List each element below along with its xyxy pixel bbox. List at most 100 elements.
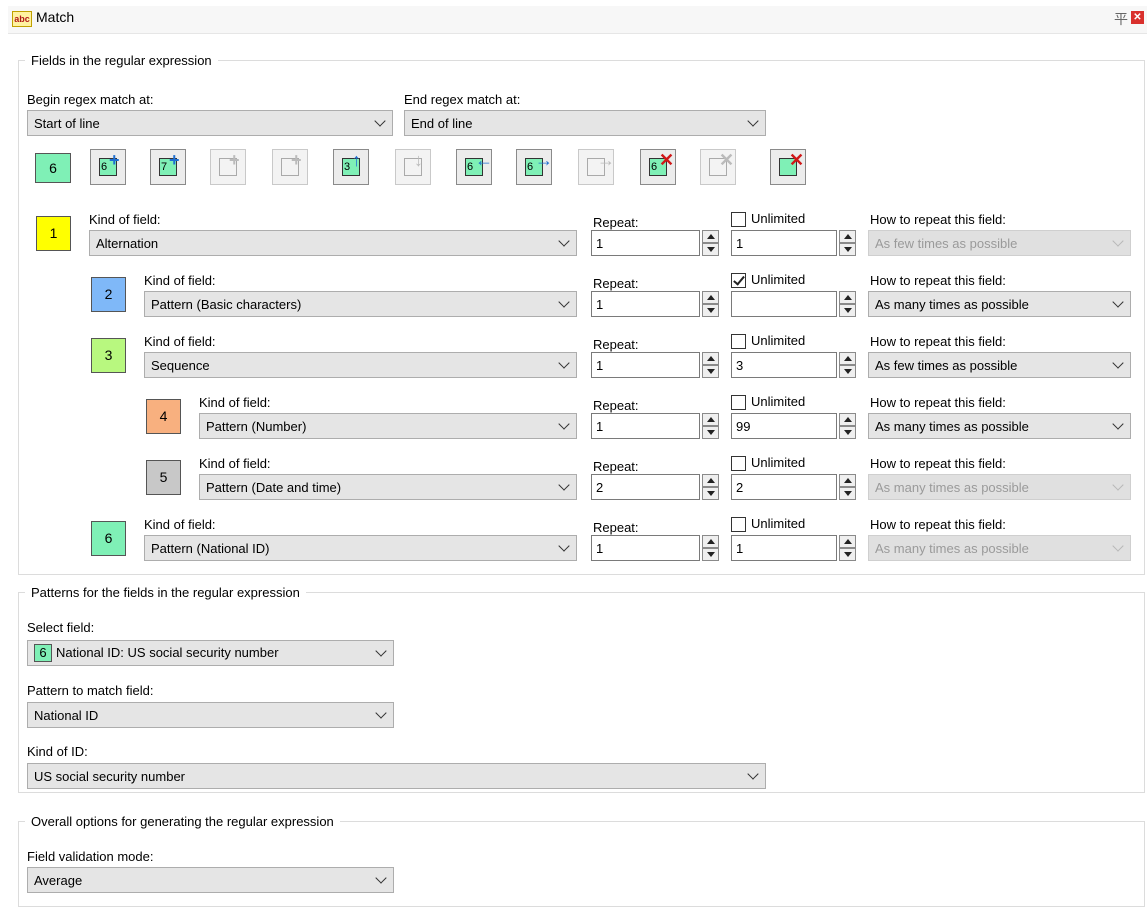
kind-of-field-select[interactable]: Pattern (Basic characters) [144,291,577,317]
spin-down-icon[interactable] [702,304,719,317]
max-repeat-spinner[interactable]: 2 [731,474,856,500]
spin-up-icon[interactable] [839,413,856,426]
move-up-button[interactable]: 3 ↑ [333,149,369,185]
how-to-repeat-select[interactable]: As many times as possible [868,413,1131,439]
field-badge: 3 [91,338,126,373]
pattern-select[interactable]: National ID [27,702,394,728]
chevron-down-icon [1112,418,1124,430]
field-badge: 6 [91,521,126,556]
pattern-label: Pattern to match field: [27,683,154,698]
pin-icon[interactable]: 平 [1114,9,1128,29]
field-number: 6 [467,161,474,173]
insert-child-button[interactable]: + [272,149,308,185]
begin-label: Begin regex match at: [27,92,154,107]
spin-up-icon[interactable] [839,474,856,487]
close-icon[interactable]: ✕ [1131,11,1144,24]
chevron-down-icon [558,296,570,308]
delete-child-icon: ✕ [719,150,735,170]
spin-up-icon[interactable] [839,535,856,548]
spin-down-icon[interactable] [839,243,856,256]
unlimited-checkbox[interactable] [731,456,746,471]
insert-child-icon: + [291,150,302,170]
delete-all-button[interactable]: ✕ [770,149,806,185]
repeat-spinner[interactable]: 1 [591,413,719,439]
spin-up-icon[interactable] [702,474,719,487]
validation-select[interactable]: Average [27,867,394,893]
field-count-badge: 6 [35,153,71,183]
unlimited-checkbox[interactable] [731,395,746,410]
spin-up-icon[interactable] [702,291,719,304]
kind-of-id-select[interactable]: US social security number [27,763,766,789]
select-field-select[interactable]: 6 National ID: US social security number [27,640,394,666]
spin-down-icon[interactable] [702,365,719,378]
repeat-label: Repeat: [593,215,639,230]
unlimited-checkbox[interactable] [731,273,746,288]
how-to-repeat-label: How to repeat this field: [870,517,1006,532]
add-child-button[interactable]: + [210,149,246,185]
how-to-repeat-select[interactable]: As many times as possible [868,291,1131,317]
max-repeat-spinner[interactable]: 3 [731,352,856,378]
how-to-repeat-select[interactable]: As many times as possible [868,535,1131,561]
how-to-repeat-label: How to repeat this field: [870,212,1006,227]
unlimited-checkbox[interactable] [731,517,746,532]
move-left-button[interactable]: 6 ← [456,149,493,185]
kind-of-field-label: Kind of field: [199,395,271,410]
validation-label: Field validation mode: [27,849,154,864]
how-to-repeat-select[interactable]: As many times as possible [868,474,1131,500]
spin-down-icon[interactable] [839,426,856,439]
spin-up-icon[interactable] [702,230,719,243]
spin-down-icon[interactable] [839,548,856,561]
insert-field-button[interactable]: 7 + [150,149,186,185]
end-select[interactable]: End of line [404,110,766,136]
spin-down-icon[interactable] [839,365,856,378]
repeat-spinner[interactable]: 1 [591,291,719,317]
fields-group-title: Fields in the regular expression [31,53,212,68]
max-repeat-spinner[interactable]: 1 [731,535,856,561]
kind-of-field-select[interactable]: Pattern (National ID) [144,535,577,561]
spin-down-icon[interactable] [702,426,719,439]
spin-down-icon[interactable] [839,304,856,317]
delete-field-button[interactable]: 6 ✕ [640,149,676,185]
add-child-icon: + [229,150,240,170]
add-field-button[interactable]: 6 + [90,149,126,185]
spin-up-icon[interactable] [702,535,719,548]
field-badge: 5 [146,460,181,495]
repeat-spinner[interactable]: 1 [591,230,719,256]
delete-child-button[interactable]: ✕ [700,149,736,185]
move-in-button[interactable]: → [578,149,615,185]
how-to-repeat-select[interactable]: As few times as possible [868,230,1131,256]
spin-up-icon[interactable] [839,230,856,243]
max-repeat-spinner[interactable] [731,291,856,317]
repeat-spinner[interactable]: 2 [591,474,719,500]
kind-of-field-select[interactable]: Sequence [144,352,577,378]
spin-down-icon[interactable] [702,548,719,561]
spin-up-icon[interactable] [702,352,719,365]
kind-of-field-select[interactable]: Pattern (Date and time) [199,474,577,500]
begin-select[interactable]: Start of line [27,110,393,136]
spin-up-icon[interactable] [702,413,719,426]
spin-down-icon[interactable] [702,487,719,500]
unlimited-checkbox[interactable] [731,212,746,227]
chevron-down-icon [558,235,570,247]
select-field-label: Select field: [27,620,95,635]
end-label: End regex match at: [404,92,521,107]
repeat-spinner[interactable]: 1 [591,535,719,561]
max-repeat-spinner[interactable]: 1 [731,230,856,256]
spin-up-icon[interactable] [839,291,856,304]
spin-down-icon[interactable] [839,487,856,500]
kind-of-field-select[interactable]: Alternation [89,230,577,256]
spin-up-icon[interactable] [839,352,856,365]
max-repeat-spinner[interactable]: 99 [731,413,856,439]
kind-of-field-select[interactable]: Pattern (Number) [199,413,577,439]
chevron-down-icon [1112,479,1124,491]
repeat-spinner[interactable]: 1 [591,352,719,378]
spin-down-icon[interactable] [702,243,719,256]
delete-all-icon: ✕ [789,150,805,170]
field-number: 7 [161,161,168,173]
chevron-down-icon [747,115,759,127]
unlimited-checkbox[interactable] [731,334,746,349]
move-down-button[interactable]: ↓ [395,149,431,185]
move-right-button[interactable]: 6 → [516,149,553,185]
how-to-repeat-select[interactable]: As few times as possible [868,352,1131,378]
patterns-group-title: Patterns for the fields in the regular e… [31,585,300,600]
